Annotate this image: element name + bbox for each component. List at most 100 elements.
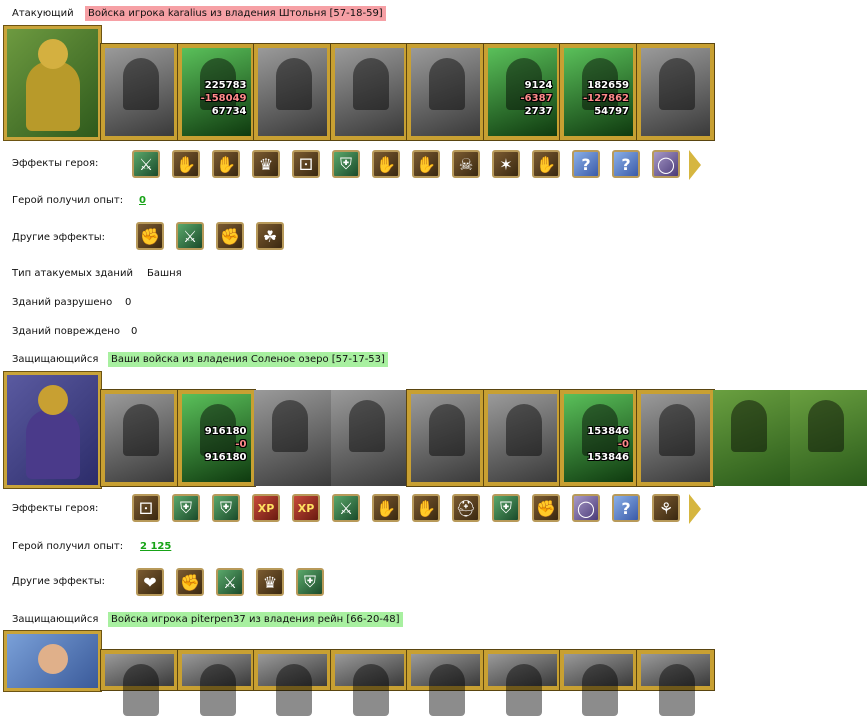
effect-icon[interactable]: ✋ — [532, 150, 560, 178]
unit-figure — [807, 400, 844, 452]
unit-slot[interactable] — [253, 649, 332, 716]
other-effects-label-2: Другие эффекты: — [12, 576, 106, 587]
unit-slot[interactable] — [176, 649, 256, 716]
unit-slot[interactable] — [100, 43, 179, 141]
effect-icon[interactable]: ◯ — [572, 494, 600, 522]
defender-label: Защищающийся — [12, 354, 99, 365]
effect-icon[interactable]: ✋ — [172, 150, 200, 178]
effect-icon[interactable]: ⛨ — [296, 568, 324, 596]
destroyed-label: Зданий разрушено — [12, 297, 113, 308]
effect-icon[interactable]: ◯ — [652, 150, 680, 178]
effect-icon[interactable]: ✋ — [412, 494, 440, 522]
unit-slot[interactable] — [406, 649, 485, 716]
attacker-title[interactable]: Войска игрока karalius из владения Штоль… — [85, 6, 386, 21]
effect-icon[interactable]: ☠ — [452, 150, 480, 178]
other-effects-label: Другие эффекты: — [12, 232, 106, 243]
unit-count: 9124 — [524, 80, 553, 91]
attacker-xp-value[interactable]: 0 — [139, 195, 146, 206]
unit-figure — [658, 58, 695, 110]
unit-count: 182659 — [587, 80, 629, 91]
unit-slot[interactable] — [482, 649, 562, 716]
effect-icon[interactable]: ✊ — [216, 222, 244, 250]
next-effects-arrow-2[interactable] — [689, 494, 701, 524]
unit-figure — [429, 404, 465, 456]
unit-slot[interactable] — [406, 389, 485, 487]
effect-icon[interactable]: ⚘ — [652, 494, 680, 522]
unit-slot[interactable]: 153846 -0 153846 — [559, 389, 638, 487]
effect-icon[interactable]: ✊ — [136, 222, 164, 250]
effect-icon[interactable]: ♛ — [256, 568, 284, 596]
next-effects-arrow[interactable] — [689, 150, 701, 180]
unit-slot[interactable] — [330, 390, 408, 486]
unit-figure — [352, 664, 389, 716]
effect-icon[interactable]: ? — [572, 150, 600, 178]
effect-icon[interactable]: ⛑ — [452, 494, 480, 522]
defender1-hero-portrait[interactable] — [3, 371, 102, 489]
effect-icon[interactable]: ❤ — [136, 568, 164, 596]
unit-slot[interactable] — [100, 649, 179, 716]
unit-figure — [123, 404, 159, 456]
effect-icon[interactable]: ✶ — [492, 150, 520, 178]
effect-icon[interactable]: ⚀ — [292, 150, 320, 178]
target-buildings-label: Тип атакуемых зданий — [12, 268, 133, 279]
unit-slot[interactable]: 9124 -6387 2737 — [482, 43, 562, 141]
unit-losses: -158049 — [200, 93, 247, 104]
effect-icon[interactable]: ✊ — [532, 494, 560, 522]
unit-slot[interactable] — [406, 43, 485, 141]
attacker-hero-portrait[interactable] — [3, 25, 102, 141]
effect-icon[interactable]: ⛨ — [492, 494, 520, 522]
unit-figure — [505, 664, 542, 716]
unit-slot[interactable] — [559, 649, 638, 716]
unit-figure — [429, 664, 465, 716]
unit-slot[interactable] — [254, 390, 331, 486]
unit-losses: -127862 — [583, 93, 629, 104]
unit-figure — [276, 58, 312, 110]
effect-icon[interactable]: ⛨ — [332, 150, 360, 178]
unit-figure — [658, 664, 695, 716]
effect-icon[interactable]: ✋ — [212, 150, 240, 178]
unit-figure — [429, 58, 465, 110]
effect-icon[interactable]: ✋ — [372, 494, 400, 522]
defender2-title[interactable]: Войска игрока piterpen37 из владения рей… — [108, 612, 403, 627]
effect-icon[interactable]: ⛨ — [172, 494, 200, 522]
effect-icon[interactable]: XP — [292, 494, 320, 522]
defender1-xp-value[interactable]: 2 125 — [140, 541, 171, 552]
unit-slot[interactable] — [329, 43, 409, 141]
unit-slot[interactable] — [482, 389, 562, 487]
unit-slot[interactable] — [789, 390, 867, 486]
unit-slot[interactable] — [100, 389, 179, 487]
effect-icon[interactable]: ♛ — [252, 150, 280, 178]
unit-slot[interactable] — [253, 43, 332, 141]
unit-remaining: 916180 — [204, 452, 247, 463]
unit-slot[interactable] — [635, 43, 715, 141]
unit-figure — [272, 400, 308, 452]
unit-figure — [731, 400, 767, 452]
unit-slot[interactable] — [635, 649, 715, 716]
unit-slot[interactable] — [635, 389, 715, 487]
effect-icon[interactable]: ⚔ — [216, 568, 244, 596]
unit-slot[interactable]: 916180 -0 916180 — [176, 389, 256, 487]
unit-count: 225783 — [204, 80, 247, 91]
unit-figure — [123, 58, 159, 110]
effect-icon[interactable]: ✋ — [372, 150, 400, 178]
unit-figure — [658, 404, 695, 456]
unit-slot[interactable] — [713, 390, 790, 486]
effect-icon[interactable]: ? — [612, 494, 640, 522]
defender2-hero-portrait[interactable] — [3, 630, 102, 692]
effect-icon[interactable]: ⚔ — [332, 494, 360, 522]
unit-slot[interactable]: 225783 -158049 67734 — [176, 43, 256, 141]
effect-icon[interactable]: ⚔ — [176, 222, 204, 250]
effect-icon[interactable]: XP — [252, 494, 280, 522]
unit-slot[interactable]: 182659 -127862 54797 — [559, 43, 638, 141]
effect-icon[interactable]: ⛨ — [212, 494, 240, 522]
effect-icon[interactable]: ✊ — [176, 568, 204, 596]
effect-icon[interactable]: ☘ — [256, 222, 284, 250]
effect-icon[interactable]: ✋ — [412, 150, 440, 178]
defender1-title[interactable]: Ваши войска из владения Соленое озеро [5… — [108, 352, 388, 367]
unit-remaining: 67734 — [211, 106, 247, 117]
effect-icon[interactable]: ⚔ — [132, 150, 160, 178]
unit-slot[interactable] — [329, 649, 409, 716]
unit-figure — [276, 664, 312, 716]
effect-icon[interactable]: ? — [612, 150, 640, 178]
effect-icon[interactable]: ⚀ — [132, 494, 160, 522]
